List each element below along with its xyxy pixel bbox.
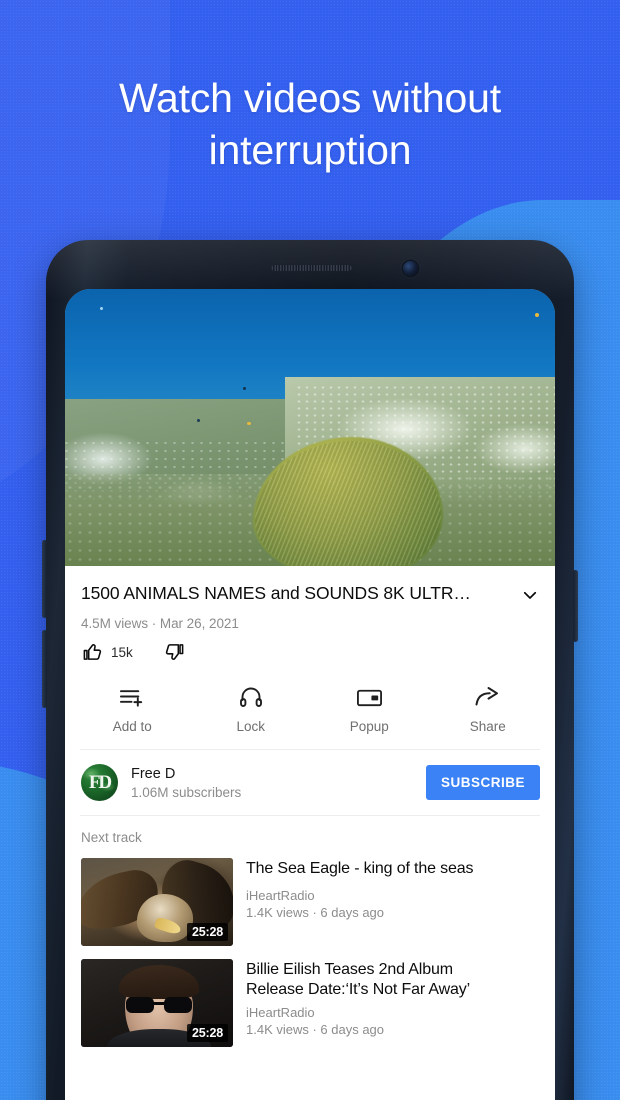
next-track-label: Next track [81,830,142,845]
subscribe-button[interactable]: SUBSCRIBE [425,765,540,800]
volume-up-button[interactable] [42,540,47,618]
avatar[interactable]: FD [81,764,118,801]
phone-screen: 1500 ANIMALS NAMES and SOUNDS 8K ULTR… 4… [65,289,555,1100]
sunglasses-lens-right [164,997,192,1013]
video-meta: 4.5M views · Mar 26, 2021 [81,616,239,631]
fish-icon [197,419,200,422]
fish-icon [100,307,103,310]
track-channel: iHeartRadio [246,888,315,904]
list-item[interactable]: 25:28 The Sea Eagle - king of the seas i… [65,845,555,946]
popup-button[interactable]: Popup [310,684,429,734]
dislike-button[interactable] [163,641,192,663]
video-thumbnail[interactable]: 25:28 [81,858,233,946]
like-button[interactable]: 15k [82,641,133,663]
video-duration: 25:28 [187,1024,228,1042]
track-details: The Sea Eagle - king of the seas iHeartR… [246,858,539,946]
track-details: Billie Eilish Teases 2nd Album Release D… [246,959,539,1047]
add-to-label: Add to [112,719,152,734]
channel-subscribers: 1.06M subscribers [131,785,242,801]
track-title-line1: Billie Eilish Teases 2nd Album [246,961,453,978]
fish-icon [243,387,246,390]
track-title: The Sea Eagle - king of the seas [246,860,474,877]
earpiece-speaker-icon [271,265,352,271]
video-player[interactable] [65,289,555,566]
rating-row: 15k [65,631,555,663]
track-meta: 1.4K views · 6 days ago [246,905,385,921]
page-title: Watch videos without interruption [119,75,501,174]
share-button[interactable]: Share [429,684,548,734]
track-meta: 1.4K views · 6 days ago [246,1021,385,1037]
chevron-down-icon[interactable] [521,583,539,609]
avatar-initials: FD [88,771,112,793]
video-duration: 25:28 [187,923,228,941]
fish-icon [535,313,539,317]
headphones-icon [192,684,311,710]
channel-info: Free D 1.06M subscribers [131,765,413,801]
list-item[interactable]: 25:28 Billie Eilish Teases 2nd Album Rel… [65,946,555,1047]
lock-label: Lock [236,719,266,734]
channel-row[interactable]: FD Free D 1.06M subscribers SUBSCRIBE [65,750,555,815]
video-title: 1500 ANIMALS NAMES and SOUNDS 8K ULTR… [81,583,471,603]
phone-mockup: 1500 ANIMALS NAMES and SOUNDS 8K ULTR… 4… [42,240,578,1100]
power-button[interactable] [573,570,578,642]
add-to-button[interactable]: Add to [73,684,192,734]
playlist-add-icon [73,684,192,710]
track-channel: iHeartRadio [246,1004,315,1020]
action-bar: Add to Lock Popup Share [65,663,555,749]
lock-button[interactable]: Lock [192,684,311,734]
sunglasses-lens-left [126,997,154,1013]
volume-down-button[interactable] [42,630,47,708]
video-thumbnail[interactable]: 25:28 [81,959,233,1047]
video-title-row[interactable]: 1500 ANIMALS NAMES and SOUNDS 8K ULTR… [65,566,555,609]
sunglasses-icon [125,997,193,1013]
fish-icon [247,422,251,425]
like-count: 15k [111,644,133,660]
picture-in-picture-icon [310,684,429,710]
front-camera-icon [403,261,418,276]
popup-label: Popup [349,719,389,734]
track-title-line2: Release Date:‘It’s Not Far Away’ [246,981,471,999]
share-label: Share [469,719,506,734]
channel-name: Free D [131,765,176,782]
video-info-panel: 1500 ANIMALS NAMES and SOUNDS 8K ULTR… 4… [65,566,555,1047]
share-arrow-icon [429,684,548,710]
